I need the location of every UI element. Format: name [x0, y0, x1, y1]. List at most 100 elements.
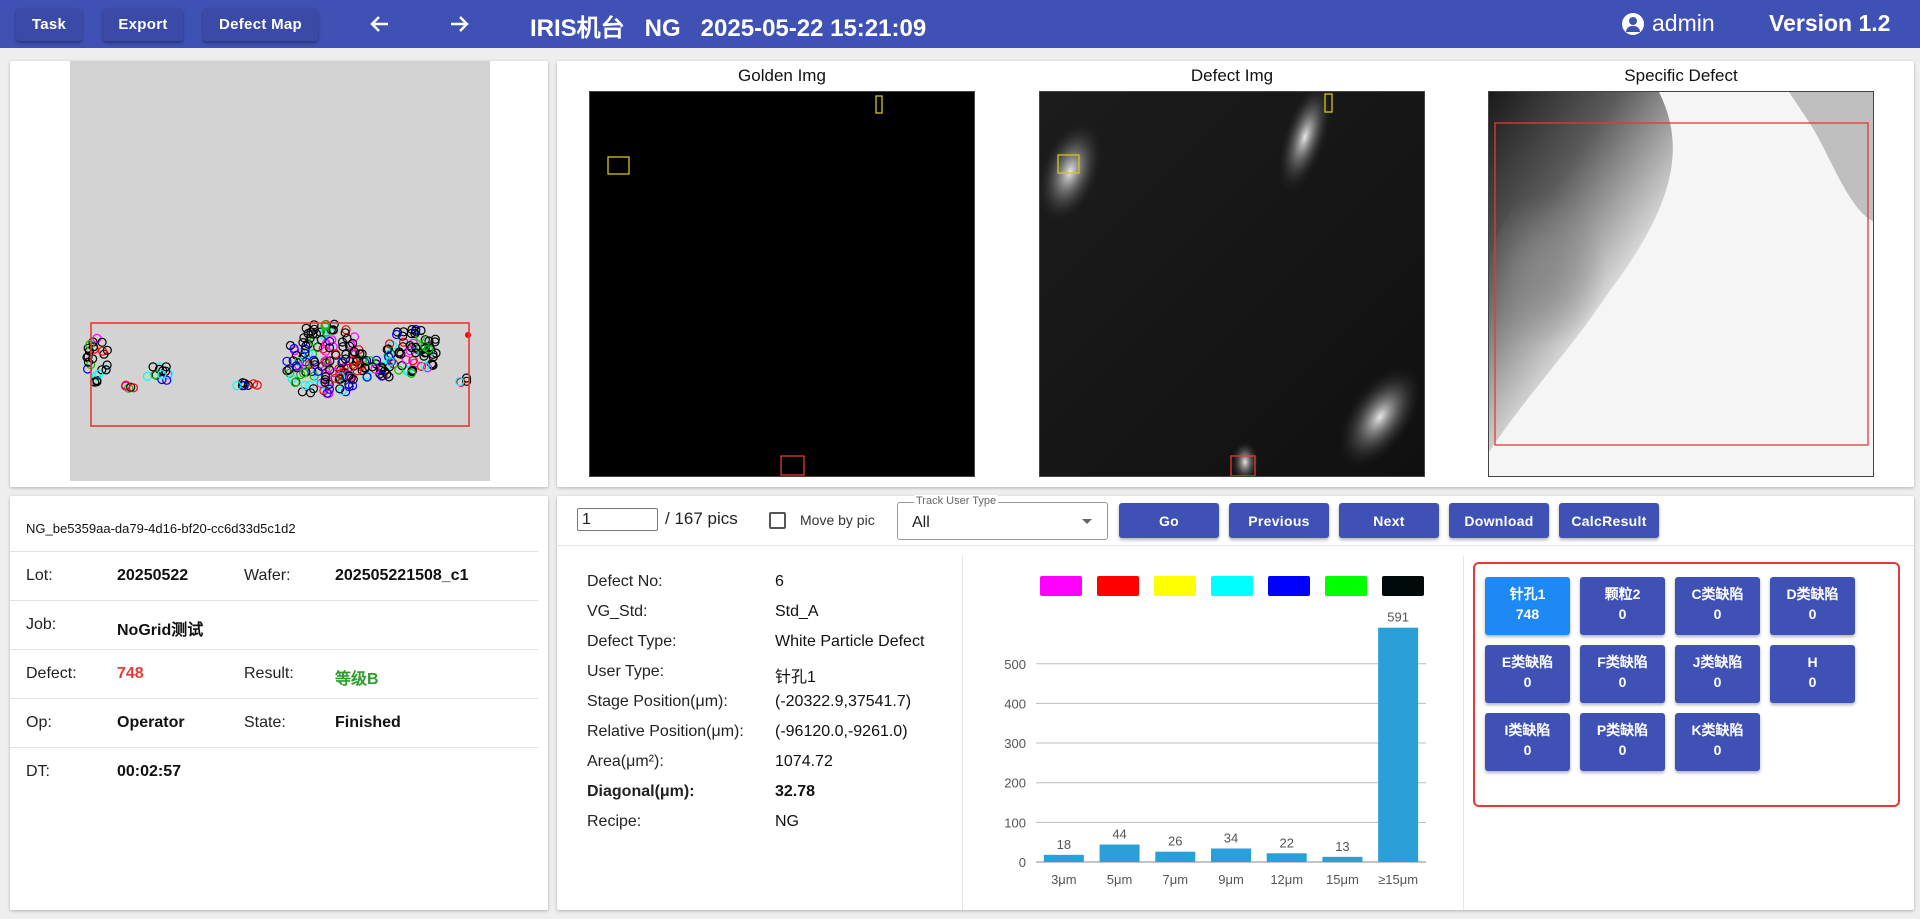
x-tick-label: 12μm — [1270, 872, 1303, 887]
defect-type-label: Defect Type: — [587, 633, 677, 650]
defect-count: 748 — [117, 665, 144, 682]
defect-no-value: 6 — [775, 573, 784, 590]
histogram-bar — [1099, 844, 1140, 862]
move-by-pic-checkbox[interactable] — [769, 512, 786, 529]
track-user-type-label: Track User Type — [914, 495, 999, 507]
arrow-right-icon[interactable] — [444, 10, 474, 38]
histogram-bar — [1043, 854, 1084, 862]
x-tick-label: 5μm — [1107, 872, 1133, 887]
op-value: Operator — [117, 714, 185, 731]
category-button[interactable]: P类缺陷 0 — [1580, 713, 1665, 771]
next-button[interactable]: Next — [1339, 503, 1439, 538]
divider — [962, 556, 963, 910]
category-count: 0 — [1523, 742, 1532, 758]
username: admin — [1652, 10, 1715, 36]
category-count: 0 — [1618, 742, 1627, 758]
category-name: P类缺陷 — [1596, 722, 1649, 738]
category-count: 0 — [1808, 606, 1817, 622]
dt-label: DT: — [26, 763, 50, 780]
user-type-label: User Type: — [587, 663, 665, 680]
page-number-input[interactable]: 1 — [577, 508, 658, 531]
category-button[interactable]: J类缺陷 0 — [1675, 645, 1760, 703]
category-button[interactable]: E类缺陷 0 — [1485, 645, 1570, 703]
defect-scatter — [82, 319, 472, 427]
task-button[interactable]: Task — [16, 8, 82, 41]
category-button[interactable]: 颗粒2 0 — [1580, 577, 1665, 635]
bar-value-label: 34 — [1224, 831, 1238, 846]
dt-value: 00:02:57 — [117, 763, 182, 780]
bar-value-label: 26 — [1168, 834, 1182, 849]
relative-position-label: Relative Position(μm): — [587, 723, 744, 740]
defect-no-label: Defect No: — [587, 573, 663, 590]
category-count: 0 — [1523, 674, 1532, 690]
job-value: NoGrid测试 — [117, 622, 204, 639]
stage-position-label: Stage Position(μm): — [587, 693, 728, 710]
defect-image[interactable] — [1039, 91, 1425, 477]
job-label: Job: — [26, 616, 57, 633]
bar-value-label: 22 — [1279, 835, 1293, 850]
lot-value: 20250522 — [117, 567, 189, 584]
category-button[interactable]: F类缺陷 0 — [1580, 645, 1665, 703]
y-tick-label: 300 — [1004, 736, 1026, 751]
category-name: C类缺陷 — [1691, 586, 1744, 602]
defect-label: Defect: — [26, 665, 77, 682]
legend-swatch — [1382, 576, 1424, 596]
defect-marker — [142, 371, 153, 381]
state-value: Finished — [335, 714, 401, 731]
golden-image[interactable] — [589, 91, 975, 477]
recipe-value: NG — [775, 813, 799, 830]
stage-position-value: (-20322.9,37541.7) — [775, 693, 912, 710]
category-name: I类缺陷 — [1504, 722, 1551, 738]
wafer-map[interactable] — [70, 61, 490, 481]
y-tick-label: 200 — [1004, 776, 1026, 791]
calc-result-button[interactable]: CalcResult — [1559, 503, 1659, 538]
category-name: D类缺陷 — [1786, 586, 1839, 602]
vg-std-value: Std_A — [775, 603, 819, 620]
previous-button[interactable]: Previous — [1229, 503, 1329, 538]
histogram-bar — [1378, 627, 1419, 862]
arrow-left-icon[interactable] — [365, 10, 395, 38]
state-label: State: — [244, 714, 286, 731]
x-tick-label: 7μm — [1163, 872, 1189, 887]
category-name: 颗粒2 — [1604, 586, 1641, 602]
export-button[interactable]: Export — [103, 8, 183, 41]
category-button[interactable]: D类缺陷 0 — [1770, 577, 1855, 635]
x-tick-label: ≥15μm — [1378, 872, 1418, 887]
category-count: 748 — [1515, 606, 1540, 622]
record-id: NG_be5359aa-da79-4d16-bf20-cc6d33d5c1d2 — [26, 521, 296, 536]
y-tick-label: 100 — [1004, 815, 1026, 830]
x-tick-label: 15μm — [1326, 872, 1359, 887]
category-button[interactable]: 针孔1 748 — [1485, 577, 1570, 635]
category-count: 0 — [1618, 674, 1627, 690]
defect-marker — [465, 332, 471, 338]
category-button[interactable]: C类缺陷 0 — [1675, 577, 1760, 635]
size-histogram: 0 100 200 300 400 500 18 3μm 44 5μm 26 7μm 34 9μm 22 12… — [1004, 576, 1426, 887]
category-name: E类缺陷 — [1501, 654, 1554, 670]
category-count: 0 — [1713, 674, 1722, 690]
go-button[interactable]: Go — [1119, 503, 1219, 538]
category-name: K类缺陷 — [1691, 722, 1744, 738]
area-value: 1074.72 — [775, 753, 833, 770]
marker-box — [875, 95, 883, 114]
category-button[interactable]: K类缺陷 0 — [1675, 713, 1760, 771]
user-menu[interactable]: admin — [1622, 10, 1715, 37]
download-button[interactable]: Download — [1449, 503, 1549, 538]
histogram-bar — [1322, 856, 1363, 862]
top-bar: Task Export Defect Map IRIS机台 NG 2025-05… — [0, 0, 1920, 48]
caret-down-icon — [1082, 519, 1092, 524]
page-title: IRIS机台 NG 2025-05-22 15:21:09 — [530, 15, 927, 42]
account-icon — [1622, 12, 1644, 35]
area-label: Area(μm²): — [587, 753, 664, 770]
info-row-defect: Defect: 748 Result: 等级B — [10, 649, 538, 698]
specific-defect-image[interactable] — [1488, 91, 1874, 477]
category-button[interactable]: H0 — [1770, 645, 1855, 703]
legend-swatch — [1040, 576, 1082, 596]
x-tick-label: 9μm — [1218, 872, 1244, 887]
legend-swatch — [1268, 576, 1310, 596]
category-button[interactable]: I类缺陷 0 — [1485, 713, 1570, 771]
user-type-value: 针孔1 — [775, 669, 816, 686]
defect-map-button[interactable]: Defect Map — [203, 8, 318, 41]
recipe-label: Recipe: — [587, 813, 642, 830]
divider — [557, 545, 1914, 546]
divider — [1463, 556, 1464, 910]
